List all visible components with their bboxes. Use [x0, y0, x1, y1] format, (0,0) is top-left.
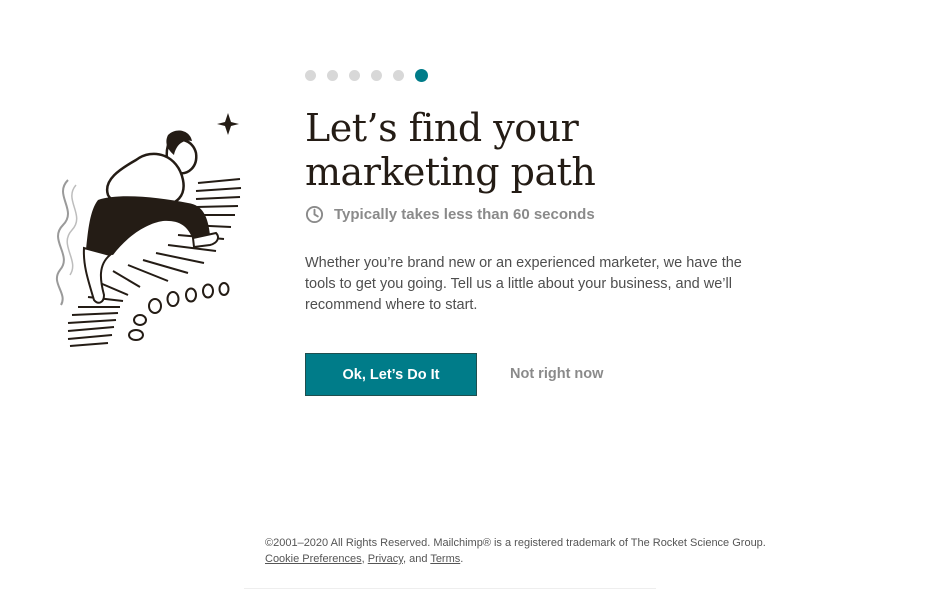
page-title: Let’s find your marketing path	[305, 106, 596, 194]
time-estimate-text: Typically takes less than 60 seconds	[334, 206, 595, 223]
time-estimate: Typically takes less than 60 seconds	[305, 205, 595, 224]
footer: ©2001–2020 All Rights Reserved. Mailchim…	[265, 535, 766, 567]
progress-dot	[349, 70, 360, 81]
sparkle-icon	[217, 113, 239, 135]
footer-links: Cookie Preferences, Privacy, and Terms.	[265, 553, 464, 565]
progress-dot	[393, 70, 404, 81]
footer-divider	[244, 588, 656, 589]
copyright-text: ©2001–2020 All Rights Reserved. Mailchim…	[265, 537, 766, 549]
cookie-preferences-link[interactable]: Cookie Preferences	[265, 553, 362, 565]
progress-dot	[305, 70, 316, 81]
privacy-link[interactable]: Privacy	[368, 553, 403, 565]
progress-dot	[327, 70, 338, 81]
terms-link[interactable]: Terms	[430, 553, 460, 565]
progress-dots	[305, 69, 428, 82]
ok-lets-do-it-button[interactable]: Ok, Let’s Do It	[305, 353, 477, 396]
progress-dot-active	[415, 69, 428, 82]
not-right-now-link[interactable]: Not right now	[500, 353, 613, 396]
progress-dot	[371, 70, 382, 81]
description: Whether you’re brand new or an experienc…	[305, 255, 742, 313]
clock-icon	[305, 205, 324, 224]
marketing-path-illustration	[55, 113, 242, 347]
